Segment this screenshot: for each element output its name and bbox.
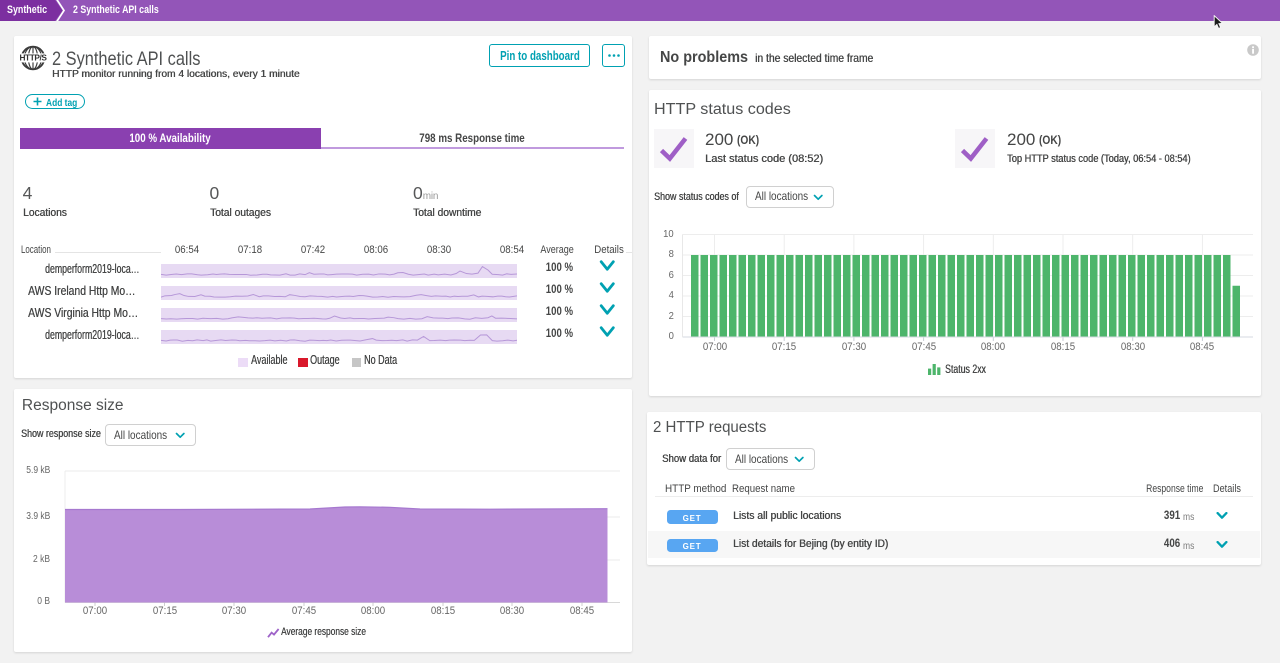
svg-text:HTTP/S: HTTP/S [19, 53, 47, 63]
